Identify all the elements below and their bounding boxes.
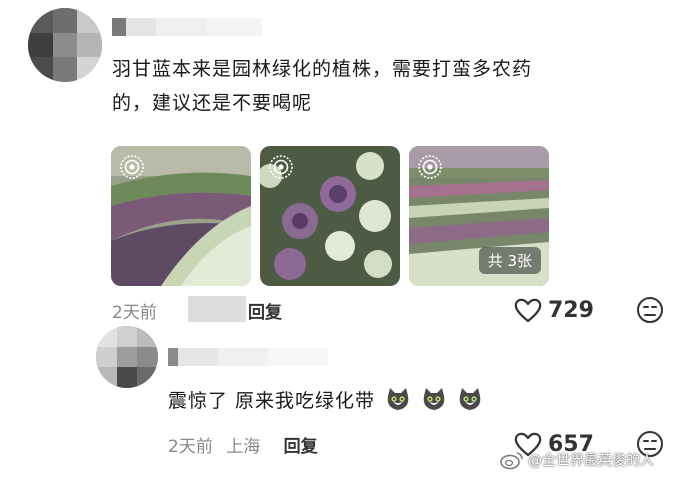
- live-photo-icon: [269, 155, 293, 179]
- cat-face-emoji-icon: [387, 388, 409, 410]
- comment-text-line: 震惊了 原来我吃绿化带: [168, 390, 376, 412]
- comment-image-2[interactable]: [260, 146, 400, 286]
- comment-meta: 2天前 上海 回复: [168, 432, 318, 457]
- like-button[interactable]: 729: [514, 297, 594, 323]
- comment-image-1[interactable]: [111, 146, 251, 286]
- comment-text: 震惊了 原来我吃绿化带: [168, 384, 483, 418]
- cat-face-emoji-icon: [459, 388, 481, 410]
- like-count: 729: [548, 297, 594, 323]
- comment-image-3[interactable]: 共 3张: [409, 146, 549, 286]
- reply-button[interactable]: 回复: [284, 437, 318, 457]
- weibo-logo-icon: [500, 452, 523, 470]
- commenter-name-blurred[interactable]: [168, 348, 328, 366]
- commenter-avatar[interactable]: [28, 8, 102, 82]
- comment-meta: 2天前: [112, 298, 157, 323]
- watermark-text: @全世界最英俊的人: [528, 453, 654, 469]
- comment-location: 上海: [226, 437, 261, 457]
- commenter-avatar[interactable]: [96, 326, 158, 388]
- comment-time: 2天前: [112, 303, 157, 323]
- watermark: @全世界最英俊的人: [500, 450, 654, 470]
- reply-button[interactable]: 回复: [248, 298, 282, 323]
- comment-time: 2天前: [168, 437, 213, 457]
- location-blurred: [188, 296, 246, 322]
- cat-face-emoji-icon: [423, 388, 445, 410]
- comment-text-line-1: 羽甘蓝本来是园林绿化的植株，需要打蛮多农药: [112, 58, 533, 80]
- live-photo-icon: [120, 155, 144, 179]
- live-photo-icon: [418, 155, 442, 179]
- comment-text-line-2: 的，建议还是不要喝呢: [112, 92, 313, 114]
- image-count-badge: 共 3张: [478, 247, 541, 274]
- heart-outline-icon: [514, 298, 542, 323]
- frown-face-icon[interactable]: [636, 296, 664, 324]
- comment-text: 羽甘蓝本来是园林绿化的植株，需要打蛮多农药 的，建议还是不要喝呢: [112, 52, 672, 120]
- commenter-name-blurred[interactable]: [112, 18, 262, 36]
